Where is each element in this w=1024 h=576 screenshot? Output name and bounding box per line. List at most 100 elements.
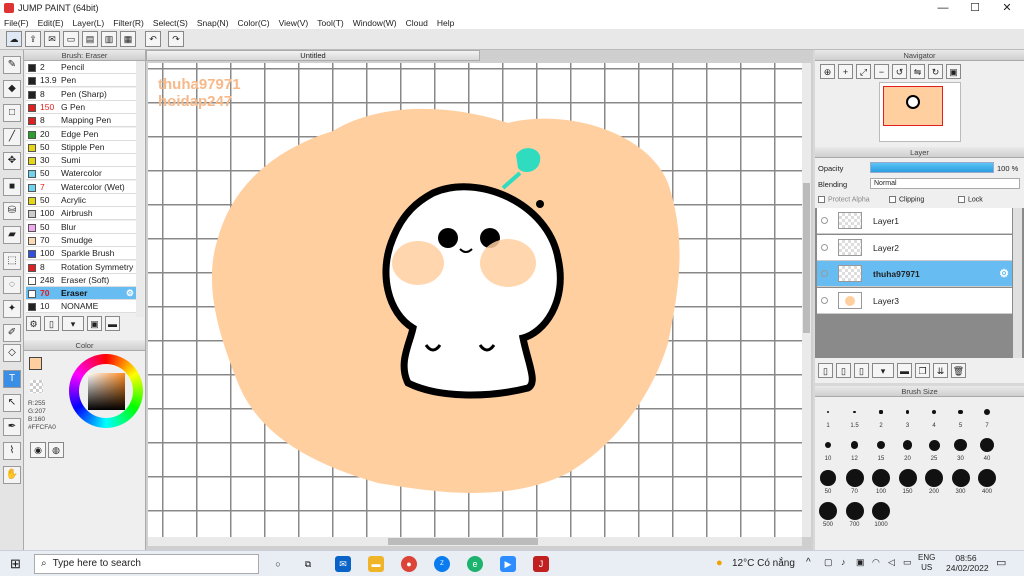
menu-cloud[interactable]: Cloud [406,18,428,28]
brush-item[interactable]: 50 Blur [26,220,136,234]
chrome-icon[interactable]: ● [401,556,417,572]
brush-item[interactable]: 70 Smudge [26,233,136,247]
layer-menu-icon[interactable]: ▾ [872,363,894,378]
current-color-swatch[interactable] [29,357,42,370]
new-layer2-icon[interactable]: ▯ [836,363,851,378]
close-button[interactable]: ✕ [992,0,1022,16]
layer-row[interactable]: Layer1 [817,208,1012,234]
lock-checkbox[interactable]: Lock [958,196,983,203]
magic-wand-icon[interactable]: ✦ [3,300,21,318]
color-wheel[interactable] [69,354,143,428]
brush-item[interactable]: 70 Eraser ⚙ [26,287,136,301]
grid-icon[interactable]: ▦ [120,31,136,47]
tray-app2-icon[interactable]: ▣ [856,557,865,568]
menu-select[interactable]: Select(S) [153,18,188,28]
brush-item[interactable]: 10 NONAME [26,300,136,314]
palette-icon[interactable]: ◍ [48,442,64,458]
rectangle-tool-icon[interactable]: □ [3,104,21,122]
brush-size-dot[interactable] [902,440,913,450]
protect-alpha-checkbox[interactable]: Protect Alpha [818,196,870,203]
brush-item[interactable]: 8 Pen (Sharp) [26,87,136,101]
copy-brush-icon[interactable]: ▣ [87,316,102,331]
zalo-icon[interactable]: Z [434,556,450,572]
canvas-vertical-scrollbar[interactable] [802,63,811,537]
document-icon[interactable]: ▤ [82,31,98,47]
file-explorer-icon[interactable]: ▬ [368,556,384,572]
new-layer-icon[interactable]: ▯ [818,363,833,378]
rotate-left-icon[interactable]: ↺ [892,64,907,79]
rotate-right-icon[interactable]: ↻ [928,64,943,79]
layer-row[interactable]: Layer3 [817,287,1012,314]
brush-size-dot[interactable] [928,439,940,451]
edge-icon[interactable]: e [467,556,483,572]
select-rect-icon[interactable]: ⬚ [3,252,21,270]
volume-icon[interactable]: ◁ [888,557,895,568]
undo-icon[interactable]: ↶ [145,31,161,47]
maximize-button[interactable]: ☐ [960,0,990,16]
eyedropper-icon[interactable]: ✒ [3,418,21,436]
brush-item[interactable]: 2 Pencil [26,61,136,74]
new-brush-icon[interactable]: ▯ [44,316,59,331]
brush-item[interactable]: 8 Rotation Symmetry [26,260,136,274]
delete-layer-icon[interactable]: 🗑 [951,363,966,378]
brush-size-dot[interactable] [925,469,943,487]
brush-size-dot[interactable] [850,441,859,449]
tray-app1-icon[interactable]: ▢ [824,557,833,568]
menu-snap[interactable]: Snap(N) [197,18,229,28]
clock[interactable]: 08:56 24/02/2022 [946,553,989,573]
menu-view[interactable]: View(V) [279,18,309,28]
brush-size-dot[interactable] [824,441,832,449]
opacity-slider[interactable] [870,162,994,173]
merge-layer-icon[interactable]: ⇊ [933,363,948,378]
visibility-eye-icon[interactable] [821,243,828,251]
menu-filter[interactable]: Filter(R) [113,18,144,28]
menu-color[interactable]: Color(C) [238,18,270,28]
brush-item[interactable]: 50 Watercolor [26,167,136,181]
brush-settings-icon[interactable]: ⚙ [26,316,41,331]
brush-size-dot[interactable] [931,409,937,415]
brush-size-dot[interactable] [853,410,856,414]
brush-size-dot[interactable] [872,469,890,487]
wifi-icon[interactable]: ◠ [872,557,880,568]
brush-size-dot[interactable] [958,409,963,415]
menu-help[interactable]: Help [437,18,454,28]
brush-size-dot[interactable] [820,470,836,486]
zoom-fit-icon[interactable]: ⊕ [820,64,835,79]
hand-tool-icon[interactable]: ✋ [3,466,21,484]
taskbar-search[interactable]: ⌕ Type here to search [34,554,259,574]
brush-size-dot[interactable] [845,502,864,520]
redo-icon[interactable]: ↷ [168,31,184,47]
brush-size-dot[interactable] [845,469,864,487]
layer-row[interactable]: thuha97971 ⚙ [817,261,1012,287]
mail-icon[interactable]: ✉ [335,556,351,572]
task-view-icon[interactable]: ○ [270,556,286,572]
gradient-tool-icon[interactable]: ▰ [3,226,21,244]
language-indicator[interactable]: ENG US [918,553,935,573]
minimize-button[interactable]: — [928,0,958,16]
microphone-icon[interactable]: ♪ [841,557,846,567]
folder-icon[interactable]: ▬ [105,316,120,331]
lasso-icon[interactable]: ◌ [3,276,21,294]
notification-icon[interactable]: ▭ [996,556,1006,569]
duplicate-layer-icon[interactable]: ❐ [915,363,930,378]
brush-size-dot[interactable] [978,469,996,487]
brush-item[interactable]: 30 Sumi [26,154,136,168]
brush-item[interactable]: 150 G Pen [26,100,136,114]
brush-size-dot[interactable] [876,440,886,450]
message-icon[interactable]: ▭ [63,31,79,47]
text-tool-icon[interactable]: T [3,370,21,388]
brush-size-dot[interactable] [954,438,967,452]
navigator-preview[interactable] [879,82,961,142]
brush-item[interactable]: 13.9 Pen [26,74,136,88]
brush-item[interactable]: 100 Sparkle Brush [26,247,136,261]
document-tab[interactable]: Untitled [146,50,480,61]
clipping-checkbox[interactable]: Clipping [889,196,924,203]
windows-start-icon[interactable]: ⊞ [10,556,21,572]
fill-rect-tool-icon[interactable]: ■ [3,178,21,196]
visibility-eye-icon[interactable] [821,270,828,277]
brush-menu-icon[interactable]: ▾ [62,316,84,331]
menu-edit[interactable]: Edit(E) [38,18,64,28]
brush-size-dot[interactable] [826,410,830,414]
color-wheel-icon[interactable]: ◉ [30,442,46,458]
jump-paint-taskbar-icon[interactable]: J [533,556,549,572]
